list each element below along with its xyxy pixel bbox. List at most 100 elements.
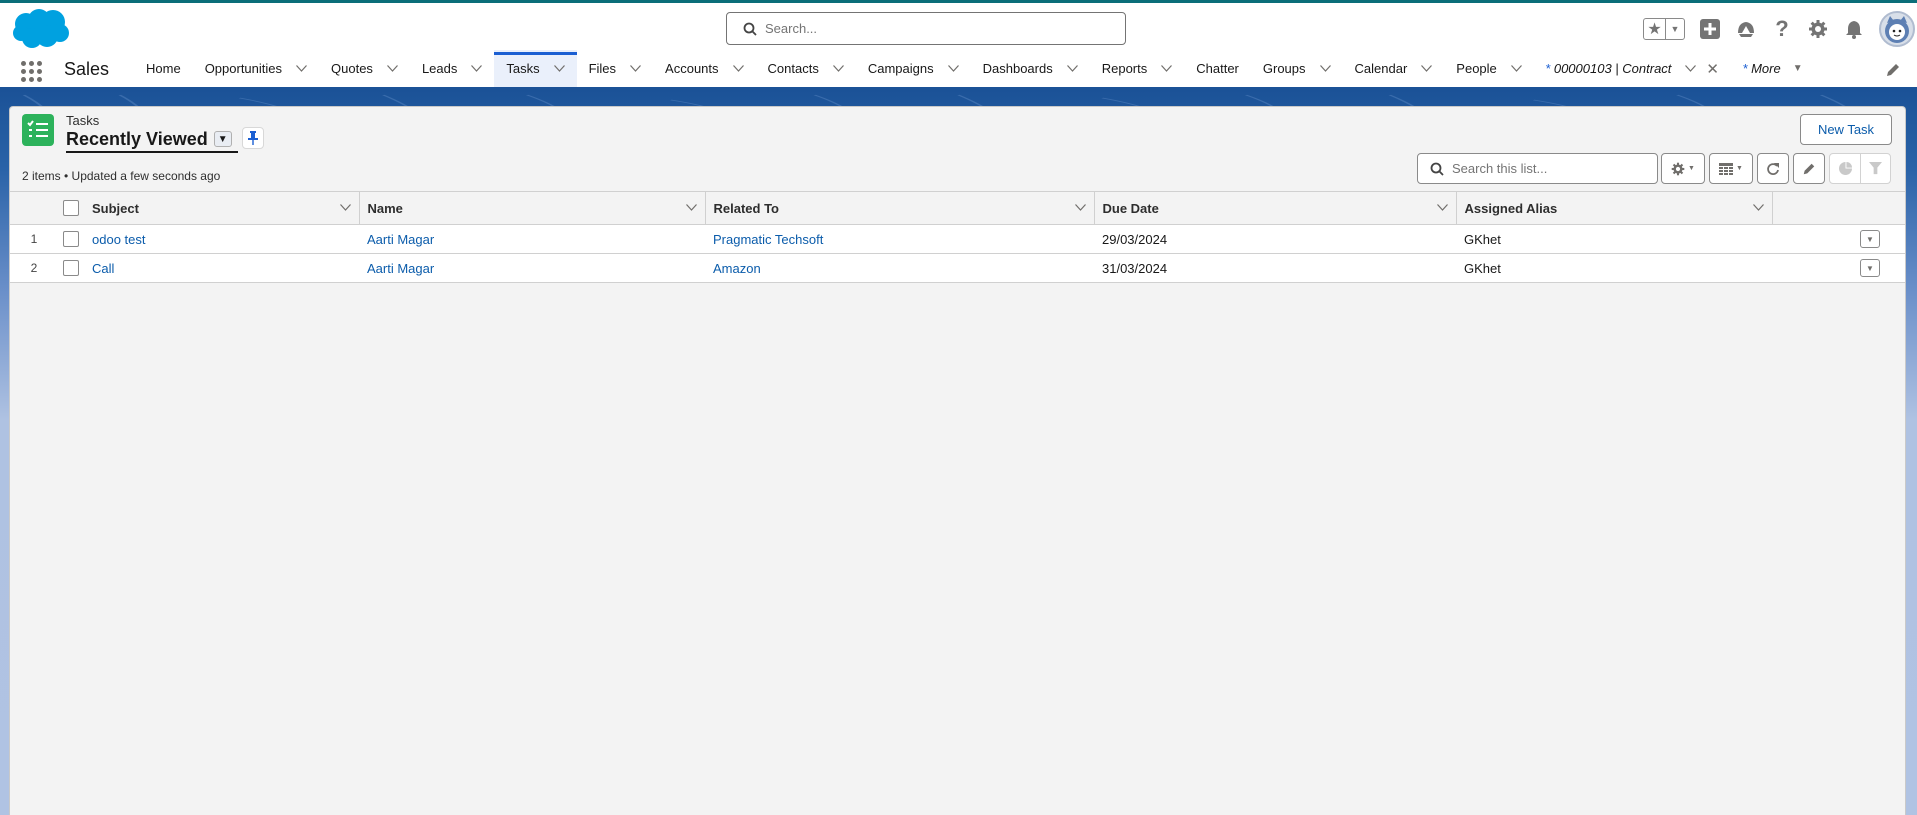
chevron-down-icon[interactable] [1319,65,1331,72]
tasks-table: Subject Name Related To Due Date Assigne… [10,191,1905,283]
refresh-button[interactable] [1757,153,1789,184]
chevron-down-icon[interactable] [947,65,959,72]
nav-item-calendar[interactable]: Calendar [1343,50,1445,87]
favorites-star-icon[interactable]: ★ [1644,19,1666,39]
favorites-dropdown-icon[interactable]: ▼ [1666,19,1684,39]
global-actions-plus-icon[interactable] [1699,18,1721,40]
row-select-cell [58,253,84,283]
list-view-dropdown-icon[interactable]: ▼ [213,131,232,147]
setup-gear-icon[interactable] [1807,18,1829,40]
nav-item-people[interactable]: People [1444,50,1533,87]
nav-item-home[interactable]: Home [134,50,193,87]
nav-item-groups[interactable]: Groups [1251,50,1343,87]
chevron-down-icon[interactable] [471,65,483,72]
nav-item-campaigns[interactable]: Campaigns [856,50,971,87]
chevron-down-icon[interactable] [1752,204,1764,211]
gear-icon [1671,162,1685,175]
name-link[interactable]: Aarti Magar [367,261,434,276]
help-icon[interactable]: ? [1771,16,1793,41]
chevron-down-icon[interactable] [1161,65,1173,72]
task-object-icon [22,114,54,146]
chevron-down-icon[interactable] [832,65,844,72]
chart-icon[interactable] [1830,154,1860,183]
chevron-down-icon[interactable] [553,65,565,72]
nav-item-accounts[interactable]: Accounts [653,50,755,87]
pin-list-view-button[interactable] [242,127,264,149]
subject-link[interactable]: odoo test [92,232,146,247]
app-launcher-icon[interactable] [21,61,43,82]
related-to-link[interactable]: Pragmatic Techsoft [713,232,823,247]
list-item-count-status: 2 items • Updated a few seconds ago [22,169,221,183]
related-to-link[interactable]: Amazon [713,261,761,276]
chevron-down-icon[interactable] [630,65,641,72]
chevron-down-icon[interactable] [386,65,398,72]
search-icon [1430,162,1444,176]
nav-item-quotes[interactable]: Quotes [319,50,410,87]
nav-item-more[interactable]: * More ▼ [1731,50,1815,87]
nav-item-dashboards[interactable]: Dashboards [971,50,1090,87]
assigned-alias-cell: GKhet [1456,253,1772,283]
global-search[interactable] [726,12,1126,45]
column-header-due-date[interactable]: Due Date [1093,191,1456,225]
inline-edit-button[interactable] [1793,153,1825,184]
nav-item-chatter[interactable]: Chatter [1184,50,1251,87]
chart-filter-button-group [1829,153,1891,184]
column-header-related-to[interactable]: Related To [704,191,1094,225]
select-all-header [58,191,84,225]
edit-nav-pencil-icon[interactable] [1885,62,1901,78]
notifications-bell-icon[interactable] [1843,18,1865,40]
column-header-subject[interactable]: Subject [84,191,359,225]
caret-down-icon: ▼ [1688,165,1695,172]
subject-link[interactable]: Call [92,261,114,276]
list-view-controls-button[interactable]: ▼ [1661,153,1705,184]
chevron-down-icon[interactable] [296,65,307,72]
chevron-down-icon[interactable] [732,65,744,72]
select-all-checkbox[interactable] [63,200,79,217]
nav-item-opportunities[interactable]: Opportunities [193,50,319,87]
nav-item-reports[interactable]: Reports [1090,50,1185,87]
row-checkbox[interactable] [63,260,79,277]
pin-icon [248,131,258,145]
user-avatar[interactable] [1879,11,1915,47]
chevron-down-icon[interactable] [1436,204,1448,211]
chevron-down-icon[interactable] [339,204,351,211]
list-view-selector[interactable]: Recently Viewed ▼ [66,127,238,153]
nav-item-leads[interactable]: Leads [410,50,494,87]
row-select-cell [58,224,84,254]
nav-items: Home Opportunities Quotes Leads Tasks Fi… [134,50,1815,87]
chevron-down-icon[interactable] [1510,65,1522,72]
row-actions-menu-button[interactable]: ▼ [1860,230,1880,249]
global-search-input[interactable] [765,21,1105,36]
nav-item-contacts[interactable]: Contacts [756,50,856,87]
due-date-cell: 31/03/2024 [1094,253,1456,283]
close-tab-icon[interactable]: ✕ [1706,60,1719,78]
nav-item-tasks[interactable]: Tasks [494,50,577,87]
table-header-row: Subject Name Related To Due Date Assigne… [10,191,1905,225]
chevron-down-icon[interactable] [1685,65,1697,72]
chevron-down-icon[interactable] [1074,204,1086,211]
new-task-button[interactable]: New Task [1800,114,1892,145]
refresh-icon [1767,162,1779,175]
pencil-icon [1803,163,1815,174]
chevron-down-icon[interactable] [1066,65,1078,72]
nav-item-files[interactable]: Files [577,50,653,87]
display-as-table-button[interactable]: ▼ [1709,153,1753,184]
trailhead-icon[interactable] [1735,18,1757,40]
row-actions-menu-button[interactable]: ▼ [1860,259,1880,278]
row-number-header [10,191,58,225]
assigned-alias-cell: GKhet [1456,224,1772,254]
salesforce-logo[interactable] [12,8,70,50]
column-header-assigned-alias[interactable]: Assigned Alias [1455,191,1772,225]
list-search[interactable] [1417,153,1658,184]
chevron-down-icon[interactable] [1421,65,1433,72]
caret-down-icon: ▼ [1736,165,1743,172]
chevron-down-icon[interactable] [685,204,697,211]
list-view-card: Tasks Recently Viewed ▼ 2 items • Update… [9,106,1906,815]
name-link[interactable]: Aarti Magar [367,232,434,247]
row-checkbox[interactable] [63,231,79,248]
app-navigation-bar: Sales Home Opportunities Quotes Leads Ta… [0,50,1917,90]
column-header-name[interactable]: Name [358,191,705,225]
list-search-input[interactable] [1452,161,1652,176]
filter-icon[interactable] [1860,154,1890,183]
nav-item-contract-record-tab[interactable]: * 00000103 | Contract ✕ [1534,50,1731,87]
